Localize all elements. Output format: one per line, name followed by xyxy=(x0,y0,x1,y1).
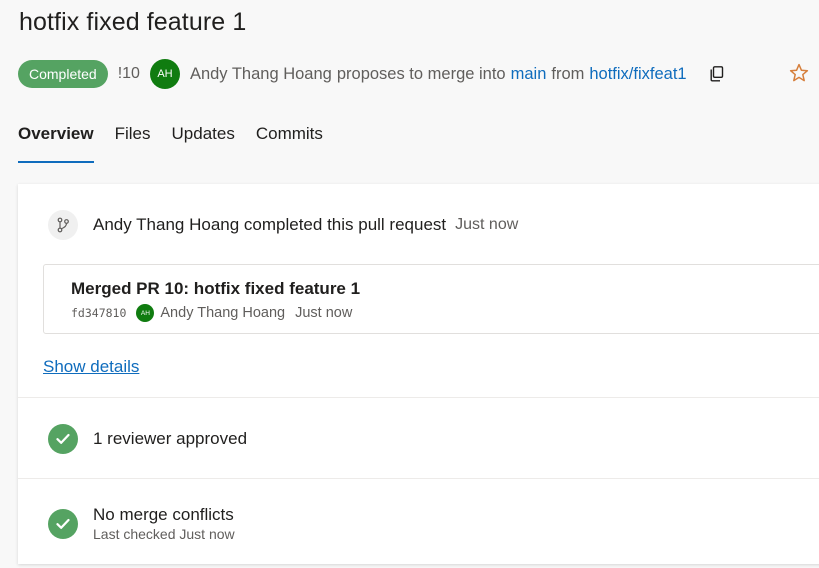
source-branch-link[interactable]: hotfix/fixfeat1 xyxy=(589,65,686,84)
checkmark-icon xyxy=(48,424,78,454)
tab-files[interactable]: Files xyxy=(115,124,151,162)
reviewers-text: 1 reviewer approved xyxy=(93,429,248,448)
commit-title[interactable]: Merged PR 10: hotfix fixed feature 1 xyxy=(71,279,360,299)
merge-status: No merge conflicts Last checked Just now xyxy=(48,505,235,542)
merge-subtitle: Last checked Just now xyxy=(93,526,235,542)
show-details-link[interactable]: Show details xyxy=(43,357,139,377)
pr-tabs: Overview Files Updates Commits xyxy=(18,124,344,163)
reviewers-status: 1 reviewer approved xyxy=(48,424,247,454)
proposes-text: proposes to merge into xyxy=(336,64,506,83)
author-avatar[interactable]: AH xyxy=(149,59,180,89)
commit-hash[interactable]: fd347810 xyxy=(71,306,126,320)
event-time: Just now xyxy=(455,216,519,233)
author-name: Andy Thang Hoang xyxy=(189,64,332,83)
pr-meta-row: Completed !10 AH Andy Thang Hoang propos… xyxy=(18,59,727,89)
overview-card: Andy Thang Hoang completed this pull req… xyxy=(18,184,819,564)
commit-author: Andy Thang Hoang xyxy=(160,305,286,321)
status-badge: Completed xyxy=(18,60,108,88)
pull-request-icon xyxy=(48,210,78,240)
copy-icon[interactable] xyxy=(707,64,727,84)
merge-commit-box[interactable]: Merged PR 10: hotfix fixed feature 1 fd3… xyxy=(43,264,819,334)
pr-title: hotfix fixed feature 1 xyxy=(19,8,247,36)
commit-time: Just now xyxy=(295,305,353,321)
merge-status-text: No merge conflicts Last checked Just now xyxy=(78,505,235,542)
checkmark-icon xyxy=(48,508,78,539)
merge-title: No merge conflicts xyxy=(93,505,234,524)
tab-updates[interactable]: Updates xyxy=(172,124,235,162)
pr-id: !10 xyxy=(117,65,140,82)
divider xyxy=(18,478,819,479)
commit-author-avatar: AH xyxy=(136,304,155,322)
commit-meta: fd347810 AH Andy Thang Hoang Just now xyxy=(71,304,352,322)
divider xyxy=(18,397,819,398)
event-text: Andy Thang Hoang completed this pull req… xyxy=(93,215,447,234)
tab-overview[interactable]: Overview xyxy=(18,124,94,163)
from-text: from xyxy=(551,64,585,83)
star-icon[interactable] xyxy=(789,63,811,85)
target-branch-link[interactable]: main xyxy=(511,65,547,84)
tab-commits[interactable]: Commits xyxy=(256,124,323,162)
completed-event: Andy Thang Hoang completed this pull req… xyxy=(48,210,518,240)
